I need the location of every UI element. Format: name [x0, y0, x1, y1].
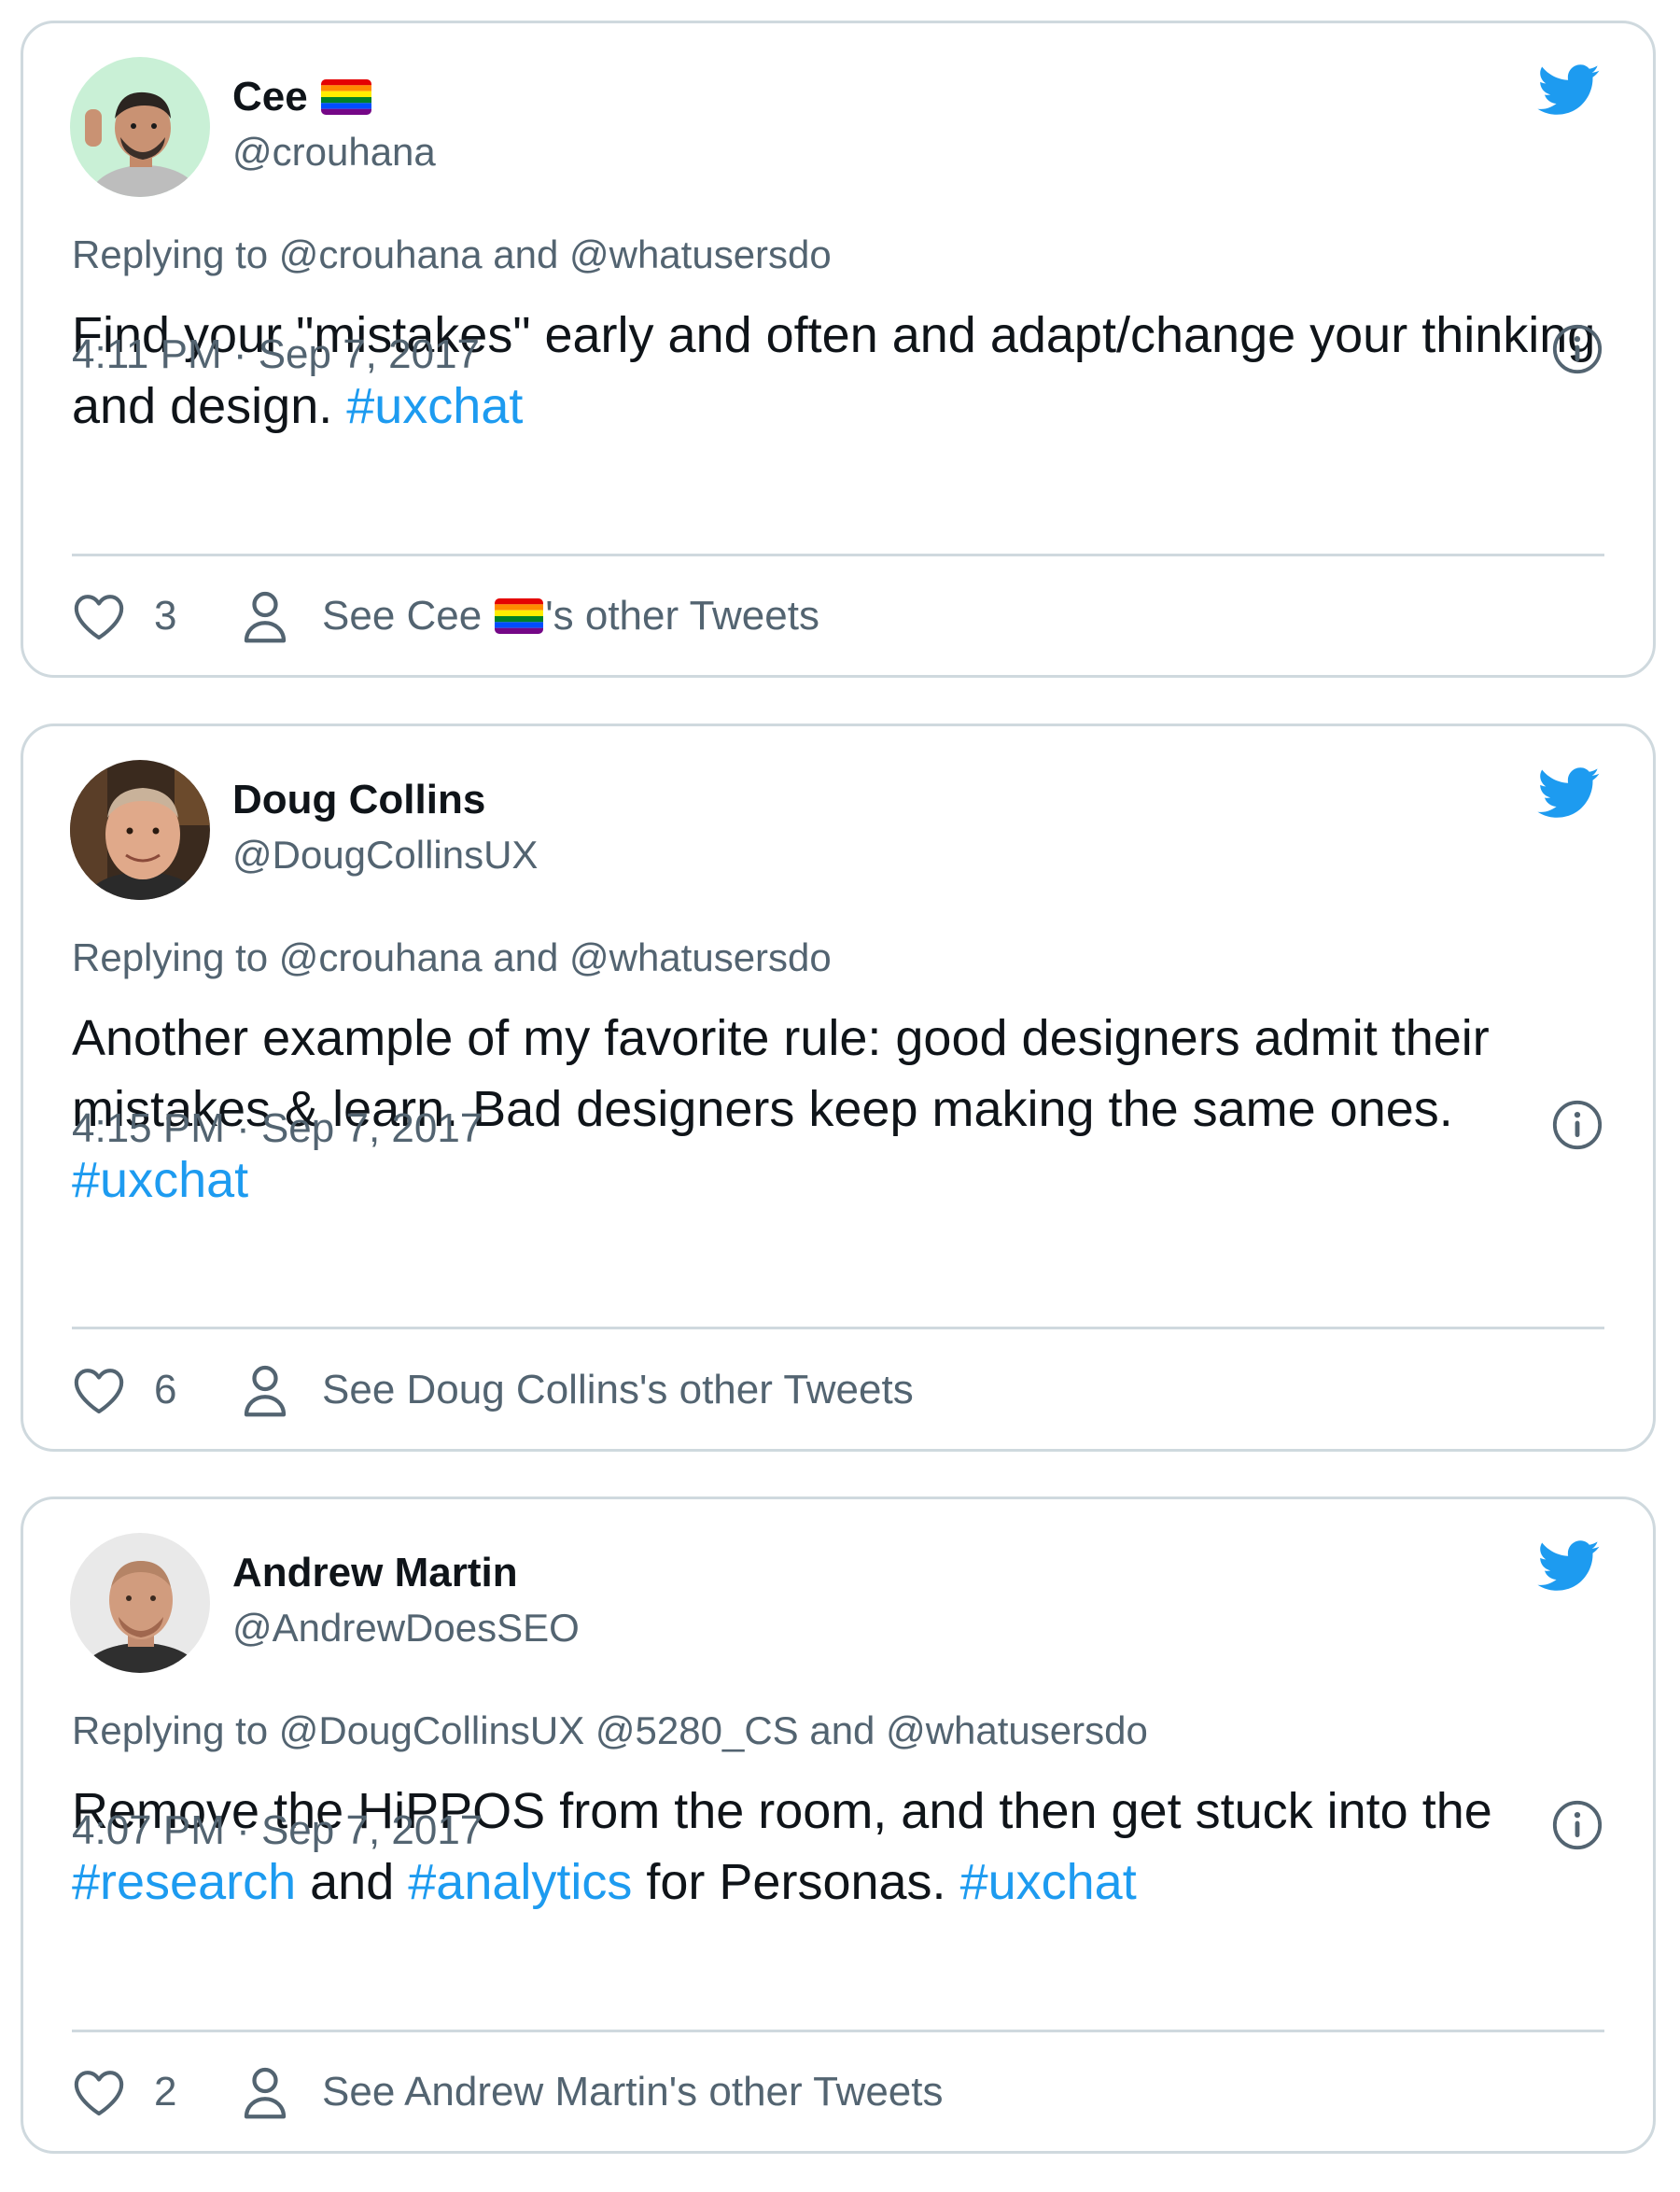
author-block[interactable]: Cee @crouhana — [232, 72, 436, 178]
tweet-card[interactable]: Andrew Martin @AndrewDoesSEO Replying to… — [21, 1496, 1656, 2154]
heart-icon[interactable] — [72, 591, 126, 641]
timestamp[interactable]: 4:15 PM · Sep 7, 2017 — [72, 1103, 483, 1154]
twitter-bird-icon[interactable] — [1537, 64, 1601, 117]
avatar[interactable] — [70, 57, 210, 197]
info-icon[interactable] — [1550, 1798, 1604, 1852]
replying-to: Replying to @crouhana and @whatusersdo — [72, 934, 832, 982]
rainbow-flag-icon — [495, 598, 544, 634]
person-icon[interactable] — [242, 2064, 288, 2120]
hashtag-link[interactable]: #uxchat — [72, 1152, 248, 1208]
timestamp[interactable]: 4:11 PM · Sep 7, 2017 — [72, 330, 480, 380]
see-other-tweets-link[interactable]: See Doug Collins's other Tweets — [322, 1367, 914, 1413]
display-name[interactable]: Cee — [232, 72, 436, 122]
see-other-prefix: See Cee — [322, 593, 483, 639]
actions-row: 3 See Cee 's other Tweets — [72, 588, 819, 644]
replying-targets[interactable]: @DougCollinsUX @5280_CS and @whatusersdo — [279, 1708, 1148, 1752]
replying-prefix: Replying to — [72, 935, 269, 979]
tweet-card[interactable]: Cee @crouhana Replying to @crouhana and … — [21, 21, 1656, 678]
see-other-tweets-link[interactable]: See Andrew Martin's other Tweets — [322, 2069, 943, 2115]
display-name[interactable]: Andrew Martin — [232, 1548, 580, 1598]
handle[interactable]: @AndrewDoesSEO — [232, 1602, 580, 1654]
display-name-text[interactable]: Cee — [232, 72, 308, 122]
divider — [72, 554, 1604, 556]
replying-to: Replying to @DougCollinsUX @5280_CS and … — [72, 1707, 1148, 1755]
like-count[interactable]: 6 — [154, 1367, 191, 1413]
hashtag-link[interactable]: #uxchat — [346, 378, 523, 434]
info-icon[interactable] — [1550, 322, 1604, 376]
replying-prefix: Replying to — [72, 232, 269, 276]
handle[interactable]: @crouhana — [232, 126, 436, 178]
info-icon[interactable] — [1550, 1098, 1604, 1152]
twitter-bird-icon[interactable] — [1537, 767, 1601, 820]
author-block[interactable]: Doug Collins @DougCollinsUX — [232, 775, 538, 881]
see-other-tweets-link[interactable]: See Cee 's other Tweets — [322, 593, 819, 639]
actions-row: 6 See Doug Collins's other Tweets — [72, 1362, 914, 1418]
tweet-text-segment: for Personas. — [632, 1854, 960, 1910]
person-icon[interactable] — [242, 1362, 288, 1418]
divider — [72, 2030, 1604, 2032]
replying-targets[interactable]: @crouhana and @whatusersdo — [279, 935, 832, 979]
heart-icon[interactable] — [72, 2067, 126, 2117]
hashtag-link[interactable]: #analytics — [408, 1854, 632, 1910]
like-count[interactable]: 3 — [154, 593, 191, 639]
hashtag-link[interactable]: #uxchat — [960, 1854, 1137, 1910]
avatar[interactable] — [70, 760, 210, 900]
twitter-bird-icon[interactable] — [1537, 1540, 1601, 1593]
heart-icon[interactable] — [72, 1365, 126, 1415]
rainbow-flag-icon — [320, 79, 371, 115]
replying-targets[interactable]: @crouhana and @whatusersdo — [279, 232, 832, 276]
handle[interactable]: @DougCollinsUX — [232, 829, 538, 881]
tweet-text-segment: and — [296, 1854, 409, 1910]
actions-row: 2 See Andrew Martin's other Tweets — [72, 2064, 943, 2120]
divider — [72, 1327, 1604, 1329]
hashtag-link[interactable]: #research — [72, 1854, 296, 1910]
replying-to: Replying to @crouhana and @whatusersdo — [72, 231, 832, 279]
author-block[interactable]: Andrew Martin @AndrewDoesSEO — [232, 1548, 580, 1654]
display-name[interactable]: Doug Collins — [232, 775, 538, 825]
replying-prefix: Replying to — [72, 1708, 269, 1752]
timestamp[interactable]: 4:07 PM · Sep 7, 2017 — [72, 1806, 483, 1856]
person-icon[interactable] — [242, 588, 288, 644]
like-count[interactable]: 2 — [154, 2069, 191, 2115]
avatar[interactable] — [70, 1533, 210, 1673]
see-other-suffix: 's other Tweets — [545, 593, 819, 639]
tweet-card[interactable]: Doug Collins @DougCollinsUX Replying to … — [21, 724, 1656, 1452]
